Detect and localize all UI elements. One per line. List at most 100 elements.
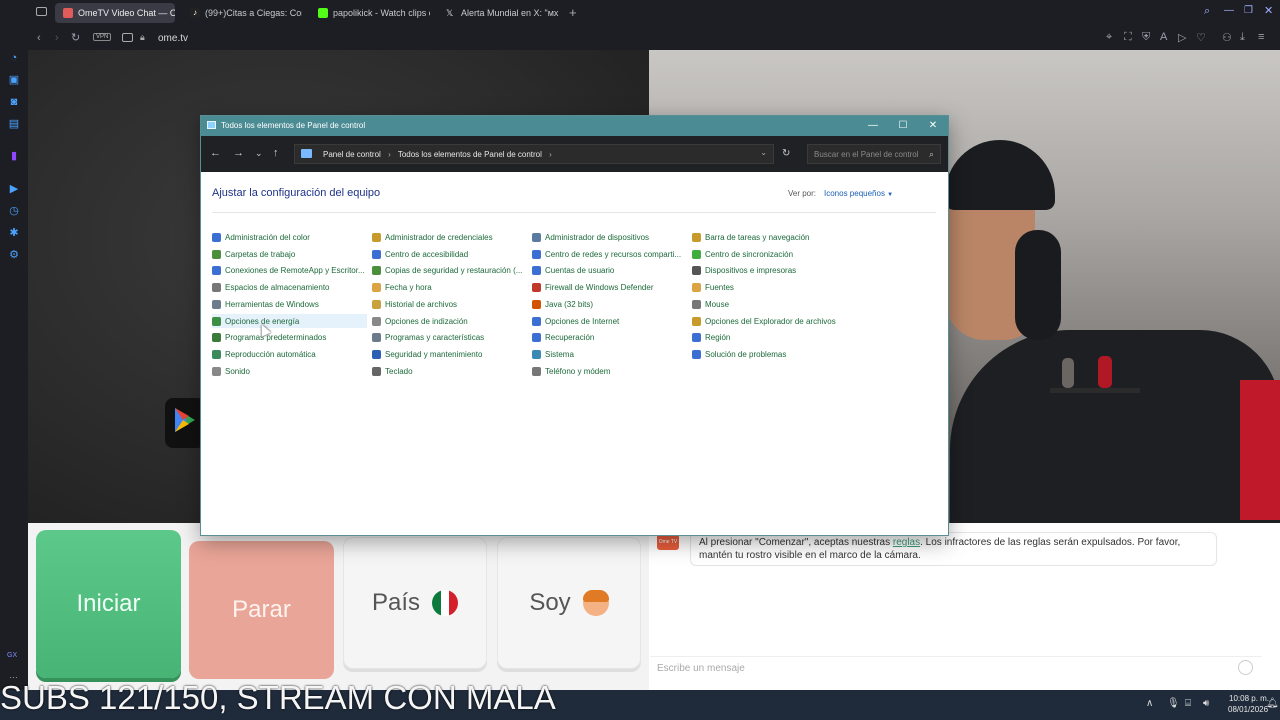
address-path[interactable]: Panel de control › Todos los elementos d… (294, 144, 774, 164)
control-panel-item[interactable]: Administrador de credenciales (372, 230, 527, 244)
mail-icon[interactable]: ▤ (8, 118, 20, 130)
menu-icon[interactable]: ≡ (1258, 31, 1264, 43)
extensions-icon[interactable]: ✱ (8, 227, 20, 239)
control-panel-item[interactable]: Región (692, 330, 847, 344)
control-panel-item[interactable]: Programas predeterminados (212, 330, 367, 344)
forward-icon[interactable]: › (55, 32, 59, 44)
gender-button[interactable]: Soy (497, 537, 641, 669)
aria-icon[interactable]: ◔ (8, 52, 20, 64)
control-panel-item[interactable]: Fuentes (692, 280, 847, 294)
control-panel-item[interactable]: Copias de seguridad y restauración (... (372, 263, 527, 277)
google-play-icon[interactable] (165, 398, 205, 448)
settings-gear-icon[interactable]: ⚙ (8, 249, 20, 261)
clock-time[interactable]: 10:08 p. m. (1229, 694, 1269, 703)
bag-icon[interactable]: ▣ (8, 74, 20, 86)
minimize-icon[interactable]: — (1224, 5, 1234, 16)
control-panel-item[interactable]: Solución de problemas (692, 347, 847, 361)
back-arrow-icon[interactable]: ← (210, 147, 221, 159)
control-panel-item[interactable]: Administrador de dispositivos (532, 230, 687, 244)
snapshot-icon[interactable]: ⛶ (1124, 31, 1132, 44)
tab-manager-icon[interactable] (36, 7, 47, 16)
tab-x-alert[interactable]: 𝕏 Alerta Mundial en X: "мх (438, 3, 562, 23)
control-panel-item[interactable]: Centro de accesibilidad (372, 247, 527, 261)
control-panel-item[interactable]: Opciones de indización (372, 314, 527, 328)
stop-button[interactable]: Parar (189, 541, 334, 679)
close-icon[interactable]: ✕ (1264, 4, 1273, 17)
history-icon[interactable]: ◷ (8, 205, 20, 217)
window-maximize-button[interactable]: ☐ (896, 119, 910, 133)
control-panel-item[interactable]: Cuentas de usuario (532, 263, 687, 277)
tray-chevron-icon[interactable]: ∧ (1146, 698, 1153, 709)
tab-kick[interactable]: papolikick - Watch clips c (310, 3, 430, 23)
window-minimize-button[interactable]: — (866, 119, 880, 133)
control-panel-item[interactable]: Fecha y hora (372, 280, 527, 294)
microphone-icon[interactable]: 🎙︎ (1167, 698, 1180, 709)
download-icon[interactable]: ⤓ (1240, 31, 1245, 44)
restore-icon[interactable]: ❐ (1244, 5, 1253, 16)
control-panel-item[interactable]: Conexiones de RemoteApp y Escritor... (212, 263, 367, 277)
control-panel-item[interactable]: Programas y características (372, 330, 527, 344)
path-dropdown-icon[interactable]: ⌄ (760, 148, 767, 157)
url-text[interactable]: ome.tv (158, 33, 188, 44)
translate-icon[interactable]: A (1160, 31, 1167, 43)
window-titlebar[interactable]: Todos los elementos de Panel de control … (201, 116, 948, 136)
shield-icon[interactable]: ⛨ (1142, 31, 1150, 44)
refresh-icon[interactable]: ↻ (782, 148, 790, 159)
control-panel-item[interactable]: Recuperación (532, 330, 687, 344)
back-icon[interactable]: ‹ (37, 32, 41, 44)
country-button[interactable]: País (343, 537, 487, 669)
heart-icon[interactable]: ♡ (1196, 31, 1206, 44)
play-icon[interactable]: ▷ (1178, 31, 1186, 44)
control-panel-item[interactable]: Carpetas de trabajo (212, 247, 367, 261)
up-arrow-icon[interactable]: ↑ (273, 147, 279, 159)
control-panel-item[interactable]: Barra de tareas y navegación (692, 230, 847, 244)
control-panel-item[interactable]: Herramientas de Windows (212, 297, 367, 311)
camera-icon[interactable] (122, 33, 133, 42)
search-icon[interactable]: ⌕ (1204, 5, 1210, 18)
control-panel-item[interactable]: Mouse (692, 297, 847, 311)
gx-icon[interactable]: GX (7, 652, 17, 659)
message-input[interactable]: Escribe un mensaje (650, 656, 1262, 680)
messenger-icon[interactable]: ◙ (8, 96, 20, 108)
breadcrumb-current-label[interactable]: Todos los elementos de Panel de control (398, 150, 542, 159)
breadcrumb-root-label[interactable]: Panel de control (323, 150, 381, 159)
control-panel-item[interactable]: Historial de archivos (372, 297, 527, 311)
control-panel-item[interactable]: Centro de redes y recursos comparti... (532, 247, 687, 261)
start-button[interactable]: Iniciar (36, 530, 181, 678)
control-panel-item[interactable]: Centro de sincronización (692, 247, 847, 261)
tab-ometv[interactable]: OmeTV Video Chat — Ome (55, 3, 175, 23)
pin-icon[interactable]: ⌖ (1106, 31, 1112, 44)
control-panel-item[interactable]: Sonido (212, 364, 367, 378)
control-panel-item[interactable]: Seguridad y mantenimiento (372, 347, 527, 361)
control-panel-item[interactable]: Dispositivos e impresoras (692, 263, 847, 277)
user-icon[interactable]: ⚇ (1222, 31, 1232, 44)
twitch-icon[interactable]: ▮ (8, 150, 20, 162)
search-field[interactable]: Buscar en el Panel de control ⌕ (807, 144, 941, 164)
reload-icon[interactable]: ↻ (71, 31, 80, 44)
window-close-button[interactable]: ✕ (926, 119, 940, 133)
control-panel-item[interactable]: Teclado (372, 364, 527, 378)
view-by-dropdown[interactable]: Iconos pequeños ▼ (824, 189, 893, 198)
control-panel-item[interactable]: Opciones de energía (212, 314, 367, 328)
control-panel-item[interactable]: Opciones de Internet (532, 314, 687, 328)
network-icon[interactable]: ⌸ (1185, 698, 1191, 709)
rules-link[interactable]: reglas (893, 537, 920, 548)
control-panel-item[interactable]: Administración del color (212, 230, 367, 244)
new-tab-button[interactable]: + (569, 5, 577, 20)
control-panel-item[interactable]: Opciones del Explorador de archivos (692, 314, 847, 328)
control-panel-item[interactable]: Sistema (532, 347, 687, 361)
player-icon[interactable]: ▶ (8, 183, 20, 195)
control-panel-item[interactable]: Teléfono y módem (532, 364, 687, 378)
control-panel-item[interactable]: Reproducción automática (212, 347, 367, 361)
emoji-icon[interactable] (1238, 660, 1253, 675)
recent-chevron-icon[interactable]: ⌄ (255, 148, 263, 159)
control-panel-item[interactable]: Java (32 bits) (532, 297, 687, 311)
vpn-badge[interactable]: VPN (93, 33, 112, 41)
control-panel-item[interactable]: Espacios de almacenamiento (212, 280, 367, 294)
volume-icon[interactable]: 🔊︎ (1203, 698, 1209, 709)
forward-arrow-icon[interactable]: → (233, 147, 244, 159)
clock-date[interactable]: 08/01/2026 (1228, 705, 1268, 714)
tab-citas[interactable]: ♪ (99+)Citas a Ciegas: Cons (182, 3, 302, 23)
lock-icon[interactable]: 🔒︎ (140, 32, 145, 43)
control-panel-item[interactable]: Firewall de Windows Defender (532, 280, 687, 294)
